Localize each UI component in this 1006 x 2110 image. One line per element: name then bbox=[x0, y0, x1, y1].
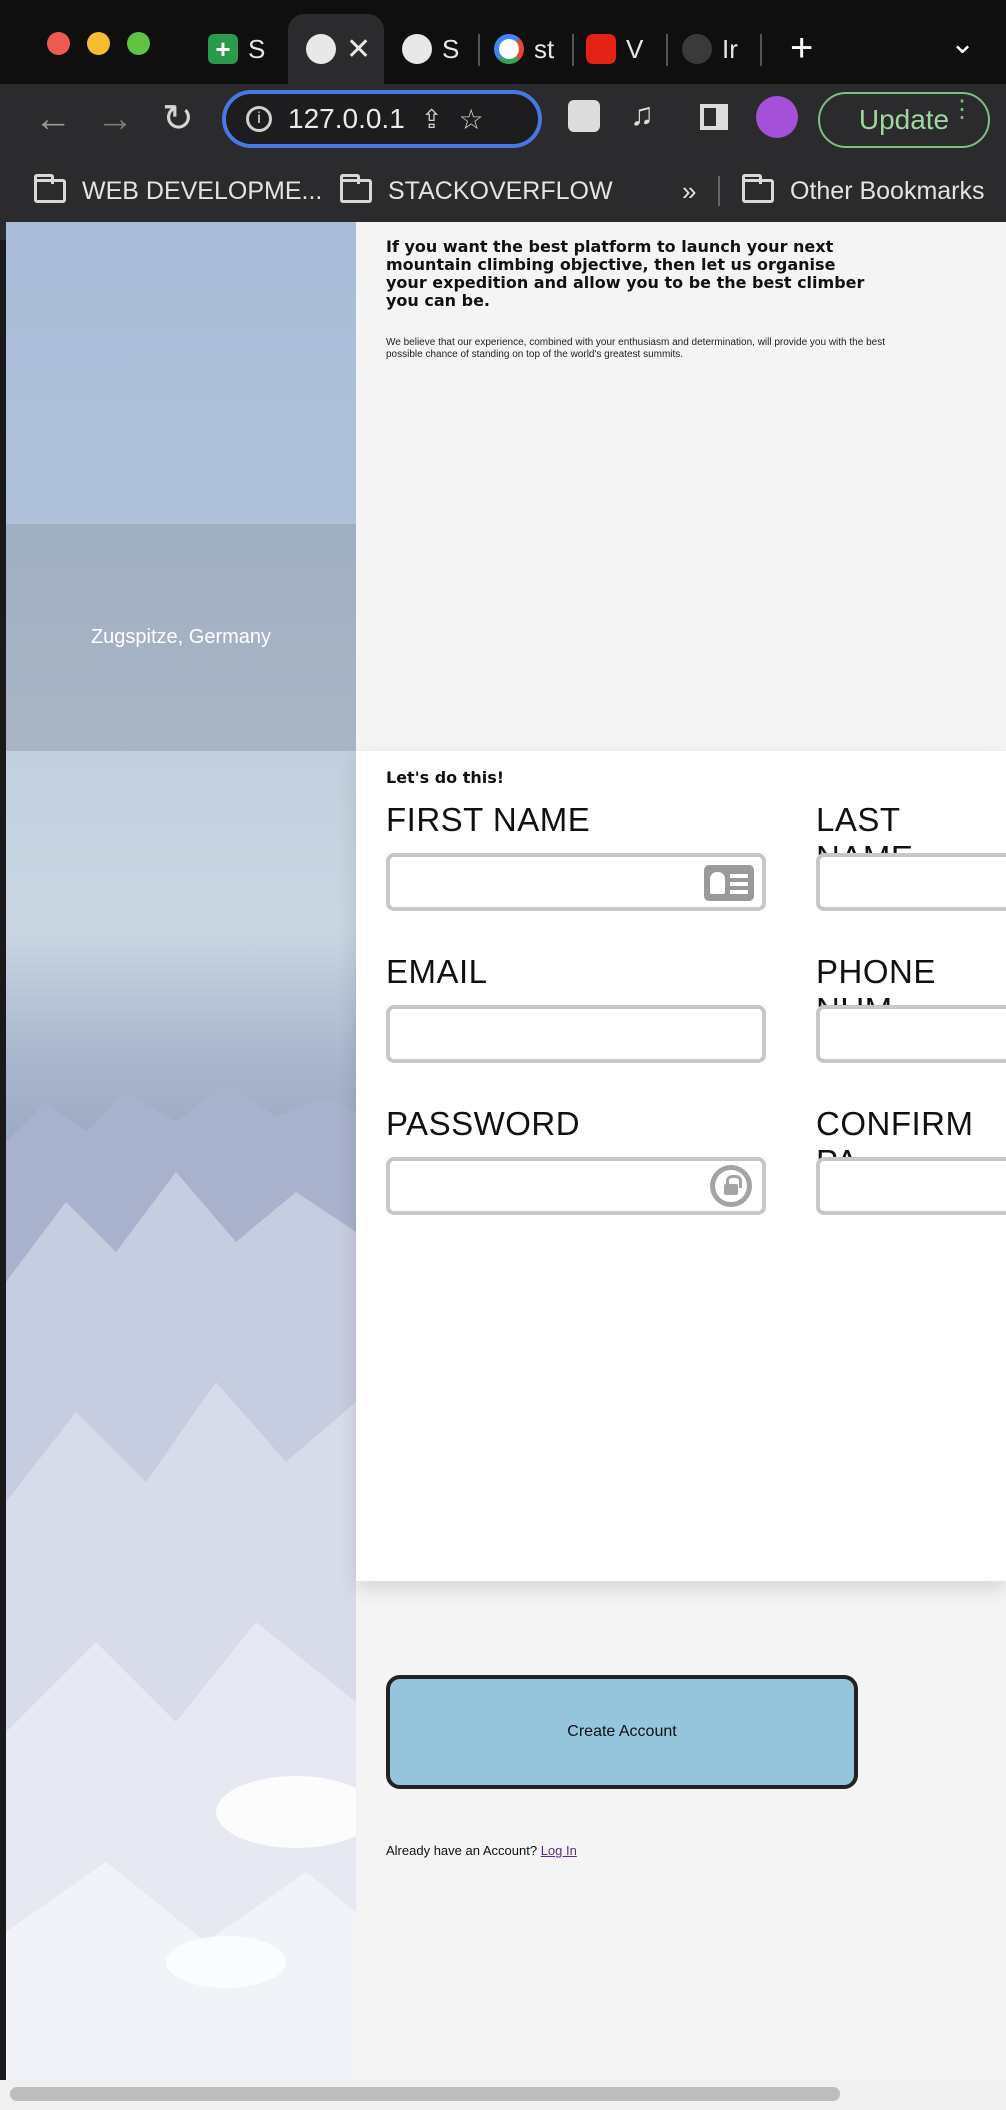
bookmark-label: Other Bookmarks bbox=[790, 176, 985, 205]
bookmark-star-icon[interactable]: ☆ bbox=[459, 103, 484, 136]
tab-active[interactable]: ✕ bbox=[288, 14, 384, 84]
tab-label: Ir bbox=[722, 33, 738, 64]
tab-separator bbox=[760, 34, 762, 66]
tab-sheets[interactable]: + S bbox=[190, 14, 280, 84]
bookmarks-bar: WEB DEVELOPME... STACKOVERFLOW » Other B… bbox=[0, 158, 1006, 224]
intro-headline: If you want the best platform to launch … bbox=[386, 237, 865, 310]
new-tab-button[interactable]: + bbox=[790, 26, 813, 71]
tab-label: V bbox=[626, 33, 644, 64]
tab-label: S bbox=[442, 33, 460, 64]
login-prompt-text: Already have an Account? bbox=[386, 1843, 538, 1858]
folder-icon bbox=[742, 174, 774, 203]
first-name-label: FIRST NAME bbox=[386, 801, 591, 838]
address-bar[interactable]: i 127.0.0.1 ⇪ ☆ bbox=[222, 90, 542, 148]
tab-github[interactable]: Ir bbox=[664, 14, 760, 84]
hero-caption: Zugspitze, Germany bbox=[90, 626, 272, 648]
update-button[interactable]: Update ⋮ bbox=[818, 92, 990, 148]
globe-icon bbox=[306, 34, 336, 64]
tab-label: S bbox=[248, 33, 266, 64]
first-name-input[interactable] bbox=[386, 853, 766, 911]
bookmarks-separator bbox=[718, 176, 720, 206]
password-input[interactable] bbox=[386, 1157, 766, 1215]
tab-search-chevron-icon[interactable]: ⌄ bbox=[950, 26, 975, 61]
web-page: Zugspitze, Germany If you want the best … bbox=[6, 222, 1006, 2080]
create-account-button[interactable]: Create Account bbox=[386, 1675, 858, 1789]
password-manager-lock-icon[interactable] bbox=[710, 1165, 752, 1207]
address-text: 127.0.0.1 bbox=[288, 103, 405, 134]
close-window-icon[interactable] bbox=[47, 32, 70, 55]
other-bookmarks-folder[interactable]: Other Bookmarks bbox=[742, 174, 985, 206]
phone-input[interactable] bbox=[816, 1005, 1006, 1063]
tab-youtube[interactable]: V bbox=[568, 14, 664, 84]
main-content: If you want the best platform to launch … bbox=[356, 222, 1006, 2080]
folder-icon bbox=[340, 174, 372, 203]
maximize-window-icon[interactable] bbox=[127, 32, 150, 55]
last-name-input[interactable] bbox=[816, 853, 1006, 911]
back-arrow-icon[interactable]: ← bbox=[34, 100, 72, 138]
forward-arrow-icon[interactable]: → bbox=[96, 100, 134, 138]
login-link[interactable]: Log In bbox=[541, 1843, 577, 1858]
tab-globe[interactable]: S bbox=[384, 14, 474, 84]
mountain-illustration bbox=[6, 1082, 356, 2080]
intro-body: We believe that our experience, combined… bbox=[386, 337, 885, 360]
login-prompt: Already have an Account? Log In bbox=[386, 1843, 577, 1858]
google-icon bbox=[494, 34, 524, 64]
minimize-window-icon[interactable] bbox=[87, 32, 110, 55]
extensions-icon[interactable] bbox=[568, 100, 600, 132]
kebab-menu-icon[interactable]: ⋮ bbox=[950, 98, 974, 122]
bookmark-folder-web-development[interactable]: WEB DEVELOPME... bbox=[34, 174, 323, 206]
reload-icon[interactable]: ↻ bbox=[162, 100, 194, 138]
signup-form: Let's do this! FIRST NAME LAST NAME EMAI… bbox=[356, 751, 1006, 1581]
sheets-icon: + bbox=[208, 34, 238, 64]
confirm-password-input[interactable] bbox=[816, 1157, 1006, 1215]
github-icon bbox=[682, 34, 712, 64]
folder-icon bbox=[34, 174, 66, 203]
password-label: PASSWORD bbox=[386, 1105, 581, 1142]
hero-image: Zugspitze, Germany bbox=[6, 222, 356, 2080]
bookmark-folder-stackoverflow[interactable]: STACKOVERFLOW bbox=[340, 174, 613, 206]
share-icon[interactable]: ⇪ bbox=[421, 104, 443, 135]
bookmark-label: WEB DEVELOPME... bbox=[82, 176, 323, 205]
tab-label: st bbox=[534, 33, 555, 64]
update-label: Update bbox=[858, 104, 950, 135]
close-tab-icon[interactable]: ✕ bbox=[346, 32, 371, 67]
youtube-icon bbox=[586, 34, 616, 64]
globe-icon bbox=[402, 34, 432, 64]
email-label: EMAIL bbox=[386, 953, 488, 990]
form-heading: Let's do this! bbox=[386, 768, 505, 787]
browser-tab-bar: + S ✕ S st V Ir + ⌄ bbox=[0, 0, 1006, 84]
side-panel-icon[interactable] bbox=[700, 104, 728, 130]
media-control-icon[interactable]: ♫ bbox=[630, 96, 654, 133]
bookmarks-overflow-button[interactable]: » bbox=[682, 176, 696, 207]
email-input[interactable] bbox=[386, 1005, 766, 1063]
bookmark-label: STACKOVERFLOW bbox=[388, 176, 613, 205]
avatar[interactable] bbox=[756, 96, 798, 138]
id-card-icon bbox=[704, 865, 754, 901]
horizontal-scrollbar-thumb[interactable] bbox=[10, 2087, 840, 2101]
tab-google[interactable]: st bbox=[476, 14, 566, 84]
site-info-icon[interactable]: i bbox=[246, 106, 272, 132]
